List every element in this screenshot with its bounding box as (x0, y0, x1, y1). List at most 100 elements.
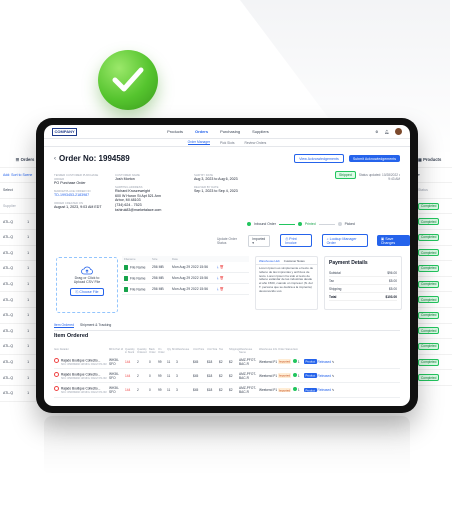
edit-icon[interactable]: ✎ (332, 388, 335, 392)
item-stock: 144 (125, 373, 131, 378)
tab-customer-notes[interactable]: Customer Notes (284, 259, 305, 263)
item-qty-sht: 11 (167, 373, 171, 378)
left-row-value: 1 (27, 313, 30, 318)
notification-bell-icon[interactable]: 🔔︎ (384, 130, 389, 134)
item-row[interactable]: Rajado Boutique Collectio... SKU: WSRN948… (54, 383, 400, 398)
item-unit-total: $18 (207, 387, 213, 392)
sub-navigation: Order Manager Pick Slots Review Orders (44, 139, 410, 147)
save-changes-button[interactable]: ▣ Save Changes (376, 234, 410, 247)
file-row[interactable]: File Name 256 MB Mon Aug 29 2022 15:56 ⤓ 🗑︎ (122, 262, 249, 273)
nav-suppliers[interactable]: Suppliers (252, 129, 269, 134)
user-avatar[interactable] (395, 128, 402, 135)
right-panel-row[interactable]: Completed (415, 370, 452, 386)
payment-total-label: Total (329, 294, 337, 299)
left-row-supplier: ATL-Q (3, 250, 14, 255)
subnav-review-orders[interactable]: Review Orders (245, 141, 267, 145)
item-status-badge: Imported (278, 359, 292, 364)
right-panel-row[interactable]: Completed (415, 277, 452, 293)
item-check-cell: 1 (293, 387, 304, 392)
right-panel-row[interactable]: Completed (415, 199, 452, 215)
right-panel-row[interactable]: Completed (415, 214, 452, 230)
subnav-pick-slots[interactable]: Pick Slots (220, 141, 234, 145)
lookup-manager-order-button[interactable]: ⌕ Lookup Manager Order (321, 234, 368, 247)
right-panel-row[interactable]: Completed (415, 324, 452, 340)
csv-upload-dropzone[interactable]: Drag or Click to Upload CSV File ⎘ Choos… (56, 257, 118, 313)
print-invoice-button[interactable]: ⎙ Print Invoice (280, 234, 312, 247)
item-mfg: WH36-SFO (109, 357, 119, 366)
inbound-dot-icon (247, 222, 251, 226)
tab-warehouse-hub[interactable]: Warehouse Hub (259, 259, 280, 263)
right-panel-row[interactable]: Completed (415, 355, 452, 371)
uploaded-files-table: Filename Size Date File Name 256 MB Mon Au… (122, 256, 249, 295)
settings-icon[interactable]: ⚙ (375, 130, 378, 134)
edit-icon[interactable]: ✎ (332, 374, 335, 378)
top-navigation: COMPANY Products Orders Purchasing Suppl… (44, 125, 410, 139)
subnav-order-manager[interactable]: Order Manager (187, 140, 211, 145)
back-arrow-icon[interactable]: ‹ (54, 156, 56, 162)
item-name[interactable]: Rajado Boutique Collectio... (61, 386, 100, 390)
right-panel-row[interactable]: Completed (415, 308, 452, 324)
item-name[interactable]: Rajado Boutique Collectio... (61, 358, 100, 362)
tablet-reflection (44, 416, 410, 476)
files-header-size: Size (152, 257, 158, 261)
right-panel-select[interactable]: ▾ (415, 168, 452, 184)
order-status-select[interactable]: Imported ▾ (248, 234, 271, 247)
file-name-cell: File Name (124, 275, 152, 281)
right-panel-row[interactable]: Completed (415, 339, 452, 355)
delete-icon[interactable]: 🗑︎ (219, 265, 223, 269)
order-created-value: August 1, 2023, 9:03 AM EDT (54, 205, 102, 209)
right-panel-header: Status (415, 183, 452, 199)
submit-acknowledgements-button[interactable]: Submit Acknowledgements (348, 154, 400, 163)
view-acknowledgements-button[interactable]: View Acknowledgements (294, 154, 344, 163)
payment-row: Tax $5.00 (329, 277, 397, 285)
payment-label: Tax (329, 278, 334, 283)
tab-shipment-tracking[interactable]: Shipment & Tracking (80, 323, 111, 328)
status-badge: Completed (418, 311, 440, 319)
nav-purchasing[interactable]: Purchasing (220, 129, 240, 134)
tab-item-ordered[interactable]: Item Ordered (54, 323, 74, 328)
right-panel-row[interactable]: Completed (415, 261, 452, 277)
file-row[interactable]: File Name 256 MB Mon Aug 29 2022 15:56 ⤓ 🗑︎ (122, 284, 249, 295)
items-column-header: Qty Sht (167, 348, 176, 351)
items-column-header: Item Detailer (54, 348, 69, 351)
item-warehouse: 3 (176, 359, 178, 364)
nav-products[interactable]: Products (167, 129, 183, 134)
edit-icon[interactable]: ✎ (332, 360, 335, 364)
timeline-connector (278, 223, 295, 225)
marketplace-order-link[interactable]: TD-1993453-2183987 (54, 193, 109, 197)
product-button[interactable]: Product (304, 387, 317, 393)
choose-file-button[interactable]: ⎘ Choose File (70, 288, 104, 296)
released-button[interactable]: Released (317, 360, 332, 364)
item-warehouse-name: AMZ-PFOT-BAC-R (239, 357, 257, 366)
product-button[interactable]: Product (304, 359, 317, 364)
left-row-supplier: ATL-Q (3, 313, 14, 318)
item-unit-price: $45 (193, 373, 199, 378)
product-button[interactable]: Product (304, 373, 317, 379)
item-name[interactable]: Rajado Boutique Collectio... (61, 372, 100, 376)
item-status-cell: Imported (278, 359, 293, 364)
item-count: 1 (297, 360, 300, 365)
update-status-label: Update Order Status (217, 236, 237, 245)
left-row-supplier: ATL-Q (3, 344, 14, 349)
status-badge: Completed (418, 202, 440, 210)
item-row[interactable]: Rajado Boutique Collectio... SKU: WSRN948… (54, 355, 400, 370)
delete-icon[interactable]: 🗑︎ (219, 287, 223, 291)
items-column-header: Order Status (278, 348, 293, 351)
notes-text[interactable]: Lorem Ipsum es simplemente el texto de r… (256, 265, 317, 295)
payment-row: Subtotal $96.00 (329, 269, 397, 277)
released-button[interactable]: Released (317, 388, 332, 392)
items-table: Item Detailer MFG Part Id Quantity in Stoc… (54, 347, 400, 398)
released-button[interactable]: Released (317, 374, 332, 378)
company-logo[interactable]: COMPANY (52, 127, 78, 136)
nav-orders[interactable]: Orders (195, 129, 208, 134)
spreadsheet-file-icon (124, 264, 128, 270)
delete-icon[interactable]: 🗑︎ (219, 276, 223, 280)
item-row[interactable]: Rajado Boutique Collectio... SKU: WSRN948… (54, 369, 400, 384)
files-header-date: Date (172, 257, 178, 261)
items-section-title: Item Ordered (54, 333, 89, 339)
right-panel-row[interactable]: Completed (415, 230, 452, 246)
right-panel-row[interactable]: Completed (415, 246, 452, 262)
file-row[interactable]: File Name 256 MB Mon Aug 29 2022 15:56 ⤓ 🗑︎ (122, 273, 249, 284)
item-warehouse: 3 (176, 373, 178, 378)
right-panel-row[interactable]: Completed (415, 292, 452, 308)
